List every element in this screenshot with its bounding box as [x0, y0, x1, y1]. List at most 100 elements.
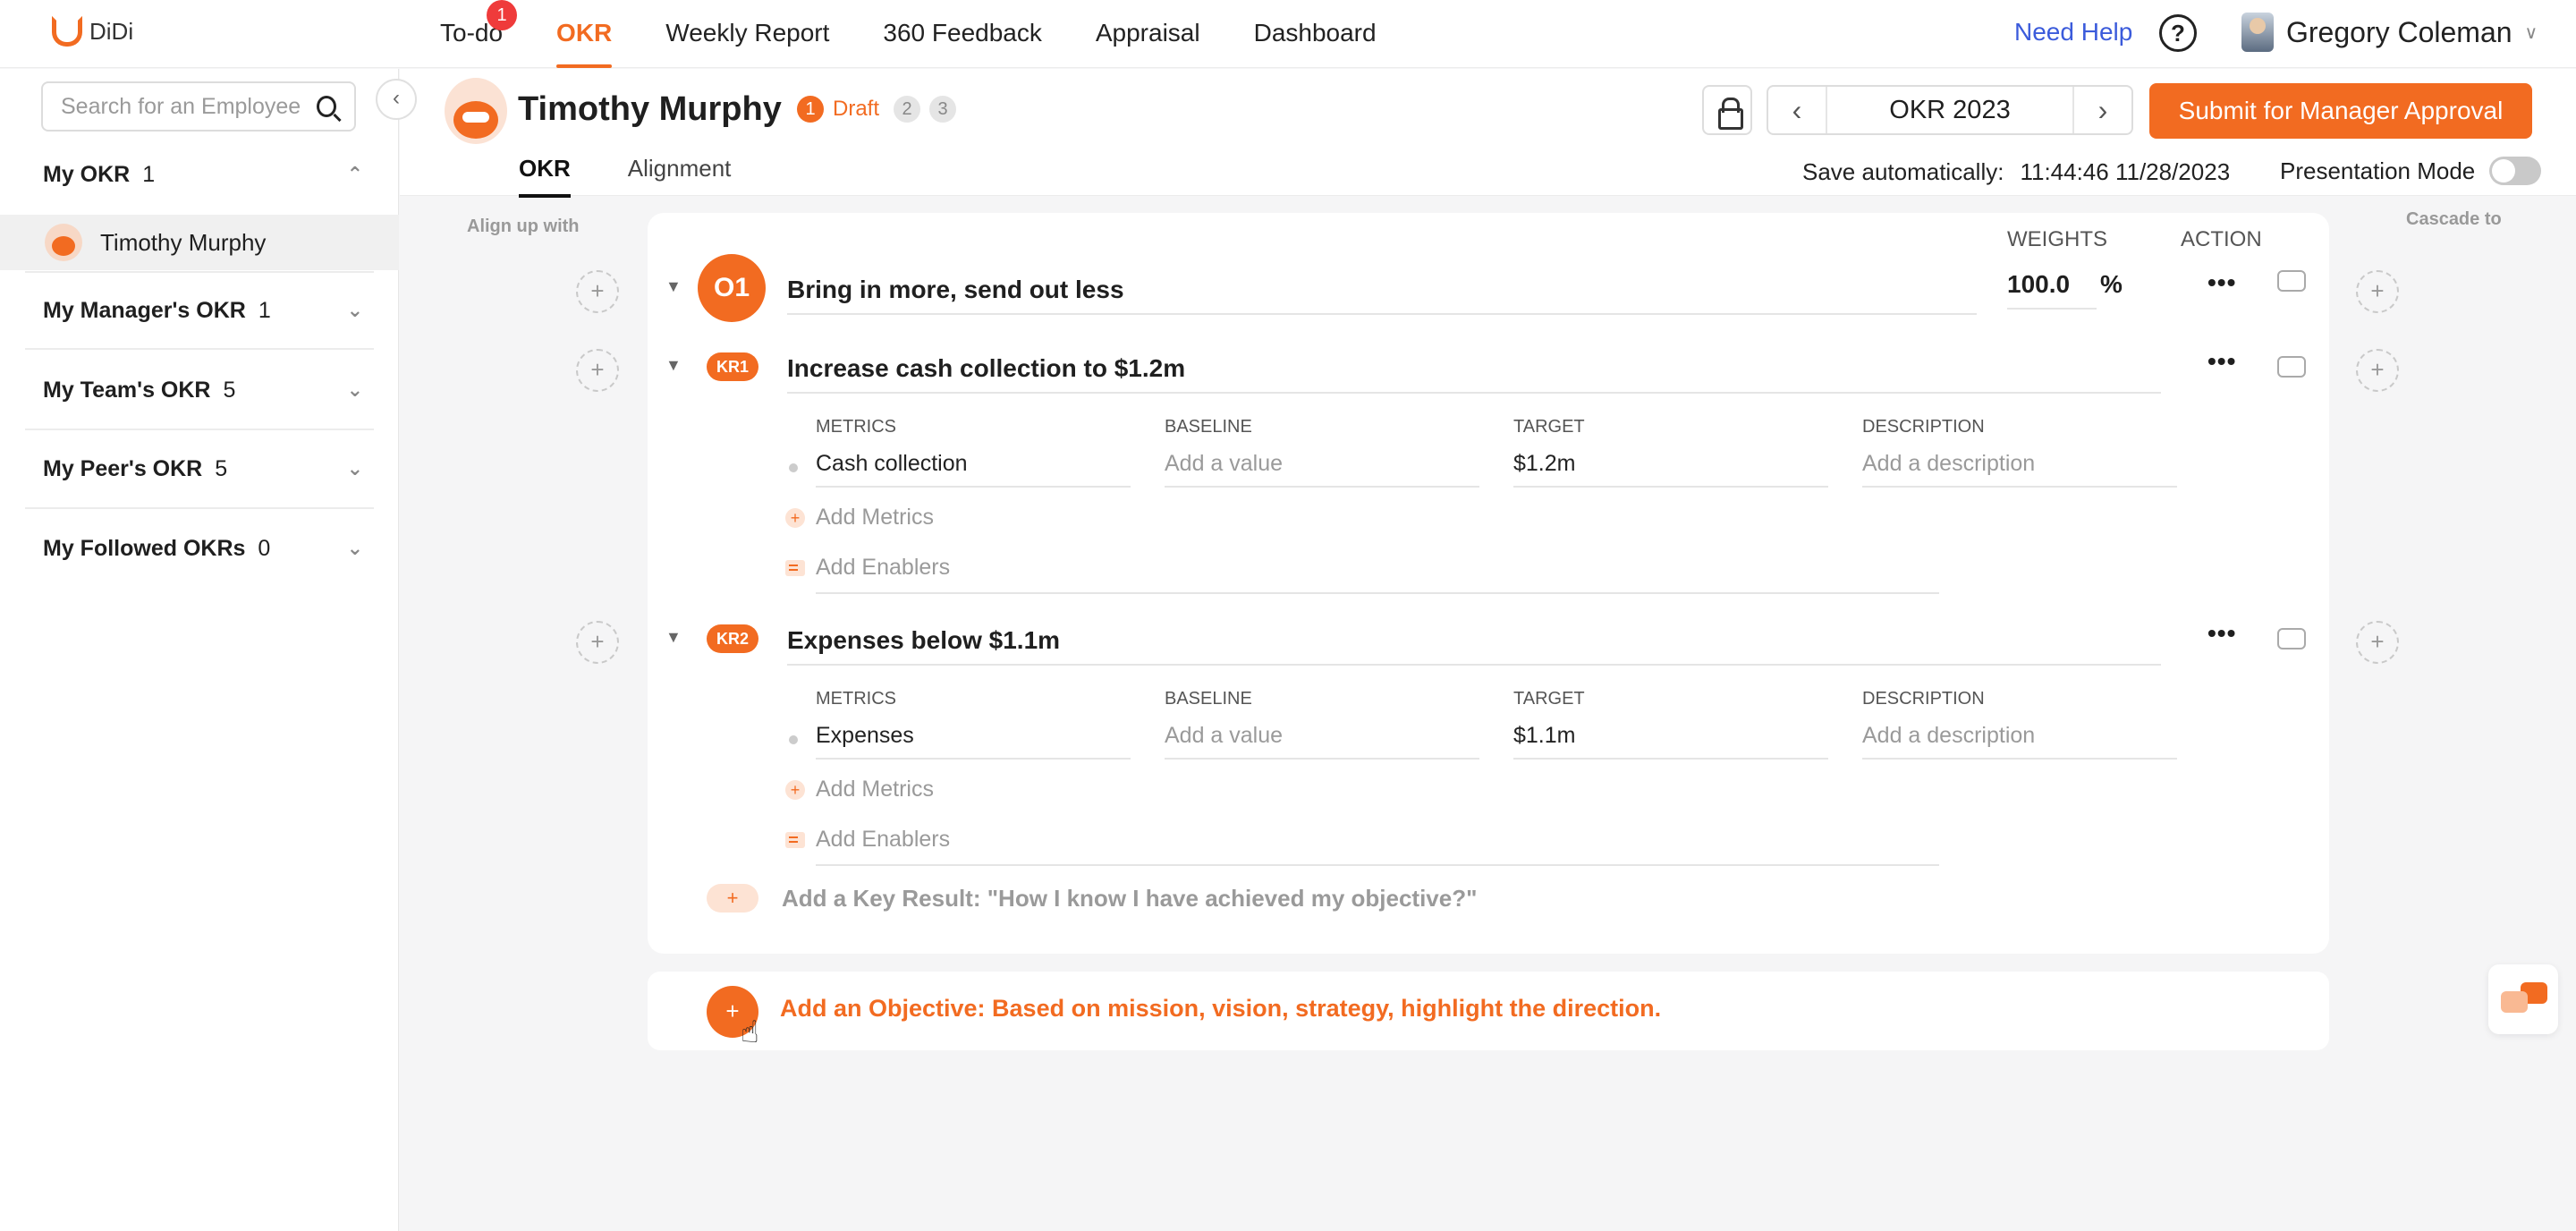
more-actions-icon[interactable]: ••• [2207, 619, 2236, 648]
collapse-sidebar-button[interactable]: ‹ [376, 79, 417, 120]
nav-360-feedback-label: 360 Feedback [883, 19, 1042, 47]
align-up-add-button[interactable]: + [576, 349, 619, 392]
need-help-link[interactable]: Need Help [2014, 18, 2132, 47]
top-navigation-bar: DiDi To-do 1 OKR Weekly Report 360 Feedb… [0, 0, 2576, 68]
group-label: My Team's OKR [43, 377, 211, 403]
cascade-add-button[interactable]: + [2356, 270, 2399, 313]
lock-icon[interactable] [1702, 85, 1752, 135]
weights-header: WEIGHTS [2007, 227, 2107, 251]
baseline-field[interactable]: Add a value [1165, 723, 1479, 760]
more-actions-icon[interactable]: ••• [2207, 347, 2236, 376]
description-field[interactable]: Add a description [1862, 451, 2177, 488]
add-metrics-button[interactable]: + Add Metrics [785, 505, 934, 531]
chevron-right-icon[interactable]: › [2074, 94, 2131, 127]
group-count: 5 [215, 455, 228, 481]
avatar [445, 78, 507, 144]
target-field[interactable]: $1.1m [1513, 723, 1828, 760]
avatar [45, 224, 82, 261]
metric-field[interactable]: Expenses [816, 723, 1131, 760]
nav-okr-label: OKR [556, 19, 613, 47]
objective-badge: O1 [698, 254, 766, 322]
search-input[interactable] [61, 93, 311, 120]
chevron-down-icon: ∨ [2524, 22, 2538, 43]
kr-title[interactable]: Expenses below $1.1m [787, 626, 2161, 666]
sidebar-group-head-peer-okr[interactable]: My Peer's OKR 5 ⌄ [25, 430, 374, 509]
description-field[interactable]: Add a description [1862, 723, 2177, 760]
add-key-result-button[interactable]: + Add a Key Result: "How I know I have a… [707, 884, 1477, 913]
hand-cursor-icon: ☝ [741, 1015, 759, 1049]
metric-bullet [789, 735, 798, 744]
kr-badge: KR1 [707, 352, 758, 381]
objective-card: WEIGHTS ACTION ▼ O1 Bring in more, send … [648, 213, 2329, 954]
step-1: 1 [797, 96, 824, 123]
chevron-left-icon[interactable]: ‹ [1768, 94, 1826, 127]
tab-alignment[interactable]: Alignment [628, 155, 732, 196]
period-label[interactable]: OKR 2023 [1826, 87, 2074, 133]
metric-field[interactable]: Cash collection [816, 451, 1131, 488]
presentation-mode-toggle[interactable] [2489, 157, 2542, 185]
add-objective-button[interactable]: + ☝ Add an Objective: Based on mission, … [648, 972, 2329, 1050]
group-count: 5 [223, 377, 236, 403]
main-nav: To-do 1 OKR Weekly Report 360 Feedback A… [440, 0, 1403, 68]
weight-input[interactable]: 100.0 [2007, 270, 2097, 310]
align-up-caption: Align up with [467, 216, 580, 236]
nav-dashboard[interactable]: Dashboard [1227, 0, 1403, 68]
sidebar-group-head-my-okr[interactable]: My OKR 1 ⌃ [25, 135, 374, 214]
nav-dashboard-label: Dashboard [1253, 19, 1377, 47]
sidebar-group-head-managers-okr[interactable]: My Manager's OKR 1 ⌄ [25, 271, 374, 350]
submit-for-approval-button[interactable]: Submit for Manager Approval [2149, 83, 2532, 139]
group-count: 1 [142, 161, 156, 187]
add-metrics-button[interactable]: + Add Metrics [785, 777, 934, 802]
caret-down-icon[interactable]: ▼ [665, 277, 682, 296]
nav-weekly-report[interactable]: Weekly Report [639, 0, 856, 68]
chevron-up-icon: ⌃ [346, 163, 363, 185]
sidebar-group-head-followed-okrs[interactable]: My Followed OKRs 0 ⌄ [25, 509, 374, 588]
search-icon[interactable] [317, 96, 336, 117]
group-label: My Manager's OKR [43, 297, 246, 323]
chat-icon[interactable] [2488, 964, 2558, 1034]
metrics-header: METRICS [816, 417, 896, 437]
description-header: DESCRIPTION [1862, 689, 1985, 709]
group-label: My Peer's OKR [43, 455, 203, 481]
cascade-add-button[interactable]: + [2356, 621, 2399, 664]
didi-logo[interactable]: DiDi [52, 16, 133, 47]
help-icon[interactable]: ? [2159, 14, 2197, 52]
comment-icon[interactable] [2277, 628, 2306, 649]
align-up-add-button[interactable]: + [576, 621, 619, 664]
comment-icon[interactable] [2277, 356, 2306, 378]
sidebar-group-head-team-okr[interactable]: My Team's OKR 5 ⌄ [25, 352, 374, 430]
enabler-icon [785, 831, 805, 848]
comment-icon[interactable] [2277, 270, 2306, 292]
align-up-add-button[interactable]: + [576, 270, 619, 313]
add-enablers-button[interactable]: Add Enablers [785, 827, 950, 853]
group-count: 1 [258, 297, 271, 323]
objective-title[interactable]: Bring in more, send out less [787, 276, 1977, 315]
member-name: Timothy Murphy [100, 228, 267, 256]
okr-header: Timothy Murphy 1 Draft 2 3 ‹ OKR 2023 › … [400, 69, 2576, 198]
nav-todo[interactable]: To-do 1 [440, 0, 530, 68]
cascade-add-button[interactable]: + [2356, 349, 2399, 392]
chevron-down-icon: ⌄ [346, 378, 363, 401]
okr-tabs: OKR Alignment [519, 155, 732, 198]
group-count: 0 [258, 535, 271, 561]
more-actions-icon[interactable]: ••• [2207, 268, 2236, 297]
target-field[interactable]: $1.2m [1513, 451, 1828, 488]
tab-okr[interactable]: OKR [519, 155, 571, 198]
autosave-label: Save automatically: [1802, 158, 2004, 185]
baseline-header: BASELINE [1165, 417, 1252, 437]
add-enablers-button[interactable]: Add Enablers [785, 555, 950, 581]
nav-weekly-report-label: Weekly Report [665, 19, 830, 47]
caret-down-icon[interactable]: ▼ [665, 356, 682, 375]
kr-title[interactable]: Increase cash collection to $1.2m [787, 354, 2161, 394]
description-header: DESCRIPTION [1862, 417, 1985, 437]
baseline-field[interactable]: Add a value [1165, 451, 1479, 488]
nav-okr[interactable]: OKR [530, 0, 639, 68]
nav-appraisal[interactable]: Appraisal [1069, 0, 1227, 68]
caret-down-icon[interactable]: ▼ [665, 628, 682, 647]
user-menu[interactable]: Gregory Coleman ∨ [2241, 13, 2538, 52]
status-steps: 1 Draft 2 3 [797, 96, 957, 123]
add-metrics-label: Add Metrics [816, 505, 934, 530]
nav-360-feedback[interactable]: 360 Feedback [856, 0, 1068, 68]
sidebar-member-timothy-murphy[interactable]: Timothy Murphy [0, 215, 399, 270]
group-label: My Followed OKRs [43, 535, 246, 561]
